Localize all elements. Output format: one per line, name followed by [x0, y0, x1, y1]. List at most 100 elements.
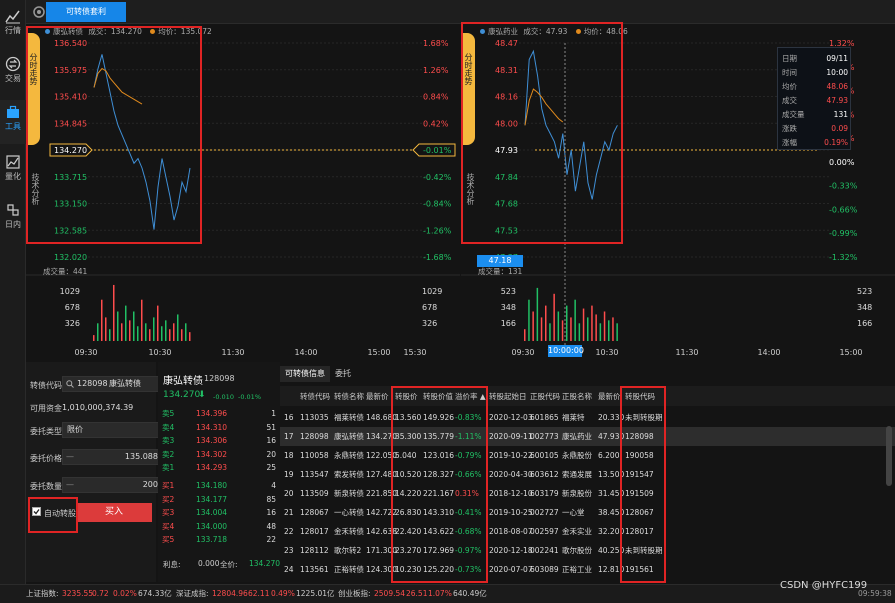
table-row[interactable]: 21 128067 一心转债 142.722 26.830 143.310 -0.41% 20…	[280, 503, 895, 522]
tab-convertible-arbitrage[interactable]: 可转债套利	[46, 2, 126, 22]
table-cell: 13.560	[395, 413, 422, 422]
ask-row[interactable]: 卖1 134.293 25	[162, 462, 278, 473]
bid-row[interactable]: 买5 133.718 22	[162, 534, 278, 545]
table-cell: -0.68%	[455, 527, 482, 536]
volume-bar	[545, 305, 547, 341]
volume-tick-right: 678	[422, 303, 437, 312]
table-row[interactable]: 23 128112 歌尔转2 171.300 23.270 172.969 -0.97% 20…	[280, 541, 895, 560]
nav-item-intraday[interactable]: 日内	[0, 198, 26, 242]
volume-bar	[137, 326, 139, 341]
table-cell: 正裕转债	[334, 565, 364, 574]
column-header[interactable]: 转债代码	[300, 391, 330, 402]
ask-row[interactable]: 卖3 134.306 16	[162, 435, 278, 446]
column-header[interactable]: 最新价	[598, 391, 621, 402]
volume-tick: 523	[501, 287, 516, 296]
volume-bar	[608, 320, 610, 341]
time-tick: 10:30	[148, 348, 171, 357]
tab-bond-info[interactable]: 可转债信息	[280, 366, 330, 382]
nav-item-trade[interactable]: 交易	[0, 52, 26, 96]
table-row[interactable]: 22 128017 金禾转债 142.638 22.420 143.622 -0.68% 20…	[280, 522, 895, 541]
column-header[interactable]: 溢价率 ▲	[455, 391, 486, 402]
gear-icon[interactable]	[32, 5, 46, 19]
table-cell: 18	[284, 451, 294, 460]
table-row[interactable]: 17 128098 康弘转债 134.270 35.300 135.779 -1.11% 20…	[280, 427, 895, 446]
column-header[interactable]: 转股价	[395, 391, 418, 402]
ask-row[interactable]: 卖4 134.310 51	[162, 422, 278, 433]
ask-row[interactable]: 卖5 134.396 1	[162, 408, 278, 419]
volume-bar	[93, 335, 95, 341]
left-intraday-chart: 康弘转债 成交：134.270 均价：135.072 分时走势 技术分析 136…	[26, 25, 460, 362]
minus-icon[interactable]: —	[66, 450, 74, 464]
volume-bar	[129, 320, 131, 341]
table-cell: -0.79%	[455, 451, 482, 460]
volume-bar	[561, 320, 564, 341]
table-cell: 16	[284, 413, 294, 422]
bid-row[interactable]: 买3 134.004 16	[162, 507, 278, 518]
cy-index-amount: 640.49亿	[453, 589, 487, 598]
table-row[interactable]: 18 110058 永鼎转债 122.050 5.040 123.016 -0.79% 201…	[280, 446, 895, 465]
ask-row[interactable]: 卖2 134.302 20	[162, 449, 278, 460]
column-header[interactable]: 转债名称	[334, 391, 364, 402]
table-cell: -0.97%	[455, 546, 482, 555]
pct-tick: -0.84%	[423, 200, 452, 209]
table-cell: 143.622	[423, 527, 455, 536]
nav-item-tools[interactable]: 工具	[0, 100, 26, 144]
info-value: 10:00	[826, 68, 848, 77]
column-header[interactable]: 正股名称	[562, 391, 592, 402]
auto-convert-checkbox[interactable]	[32, 507, 41, 516]
table-cell: 2019-10-22	[489, 451, 533, 460]
level-qty: 20	[266, 449, 276, 459]
level-qty: 25	[266, 463, 276, 472]
table-cell: 歌尔转2	[334, 546, 362, 555]
time-tick: 14:00	[294, 348, 317, 357]
volume-tick-right: 166	[857, 319, 872, 328]
left-volume-header: 成交量：441	[43, 267, 88, 276]
bid-row[interactable]: 买2 134.177 85	[162, 494, 278, 505]
bid-row[interactable]: 买4 134.000 48	[162, 521, 278, 532]
buy-button[interactable]: 买入	[76, 503, 152, 522]
table-cell: 21	[284, 508, 294, 517]
table-cell: 127.480	[366, 470, 398, 479]
interest-value: 0.000	[198, 559, 220, 568]
table-row[interactable]: 16 113035 福莱转债 148.680 13.560 149.926 -0.83% 20…	[280, 408, 895, 427]
nav-item-market[interactable]: 行情	[0, 4, 26, 48]
table-scrollbar[interactable]	[886, 426, 892, 486]
table-row[interactable]: 20 113509 新泉转债 221.850 14.220 221.167 0.31% 201…	[280, 484, 895, 503]
table-row[interactable]: 19 113547 索发转债 127.480 10.520 128.327 -0.66% 20…	[280, 465, 895, 484]
tab-orders[interactable]: 委托	[335, 366, 355, 382]
column-header[interactable]: 转股价值	[423, 391, 453, 402]
table-cell: 6.200	[598, 451, 620, 460]
nav-item-quant[interactable]: 量化	[0, 150, 26, 194]
left-navigation: 行情 交易 工具 量化 日内	[0, 0, 26, 603]
table-cell: -0.73%	[455, 565, 482, 574]
sh-index-change: 0.72	[92, 589, 109, 598]
security-code: 128098	[204, 374, 235, 383]
funds-label: 可用资金	[30, 404, 62, 413]
info-value: 0.09	[831, 124, 848, 133]
table-cell: -0.66%	[455, 470, 482, 479]
volume-tick-right: 326	[422, 319, 437, 328]
price-tick: 48.47	[495, 39, 518, 48]
minus-icon[interactable]: —	[66, 478, 74, 492]
column-header[interactable]: 正股代码	[530, 391, 560, 402]
avg-series-line	[93, 67, 143, 105]
bid-row[interactable]: 买1 134.180 4	[162, 480, 278, 491]
column-header[interactable]: 最新价	[366, 391, 389, 402]
level-qty: 16	[266, 508, 276, 517]
volume-bar	[189, 332, 191, 341]
info-row: 日期 09/11	[782, 52, 848, 65]
price-tick: 48.00	[495, 119, 518, 128]
level-qty: 85	[266, 494, 276, 504]
volume-bar	[161, 326, 163, 341]
convertible-bond-table: 可转债信息 委托 转债代码 转债名称 最新价 转股价 转股价值 溢价率 ▲ 转股起始日 正股代…	[280, 362, 895, 584]
volume-bar	[165, 320, 167, 341]
column-header[interactable]: 转股起始日	[489, 391, 527, 402]
table-cell: 10.230	[395, 565, 422, 574]
quant-icon	[6, 155, 20, 169]
column-header[interactable]: 转股代码	[625, 391, 655, 402]
table-cell: 113561	[300, 565, 329, 574]
pct-tick: -1.26%	[423, 226, 452, 235]
table-cell: 23	[284, 546, 294, 555]
price-tick: 135.410	[54, 93, 87, 102]
top-tab-bar: 可转债套利	[26, 0, 895, 24]
